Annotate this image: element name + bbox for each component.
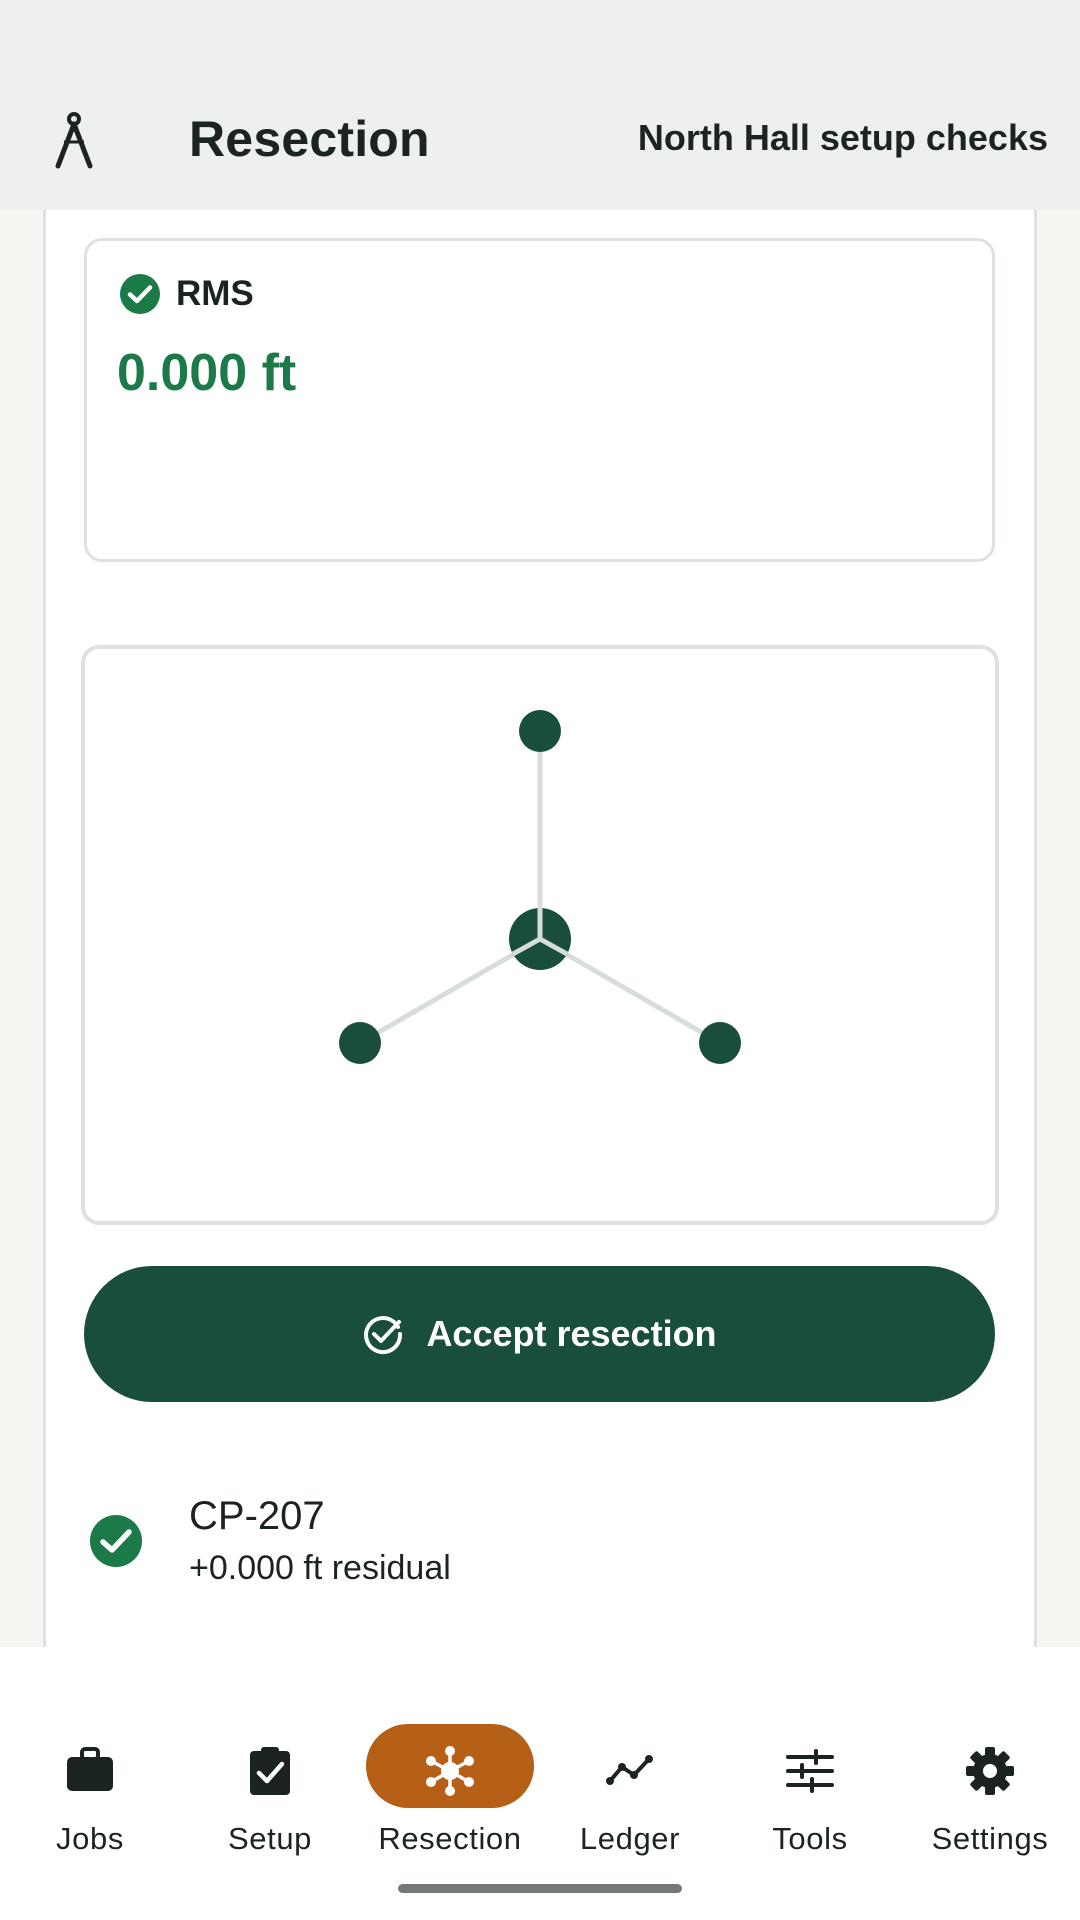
nav-label-setup: Setup [227,1821,312,1856]
accept-resection-button[interactable]: Accept resection [84,1266,995,1402]
page-title: Resection [189,111,430,167]
resection-diagram [81,645,999,1225]
bottom-nav: Jobs Setup Resection Ledger Tools Settin… [0,1647,1080,1920]
trend-line-icon [606,1755,653,1785]
nav-item-setup[interactable]: Setup [180,1687,360,1856]
nav-label-jobs: Jobs [56,1821,124,1856]
control-point-right[interactable] [699,1022,741,1064]
resection-diagram-svg [339,710,741,1064]
nav-label-ledger: Ledger [579,1821,681,1856]
control-point-left[interactable] [339,1022,381,1064]
nav-label-resection: Resection [378,1821,522,1856]
job-subtitle[interactable]: North Hall setup checks [638,115,1048,161]
status-bar [0,0,1080,70]
nav-item-jobs[interactable]: Jobs [0,1687,180,1856]
rms-card: RMS 0.000 ft [84,238,995,562]
sight-line-right [538,936,722,1046]
nav-label-settings: Settings [931,1821,1049,1856]
list-item[interactable]: CP-207 +0.000 ft residual [84,1470,995,1610]
rms-label: RMS [176,274,254,313]
check-circle-icon [120,274,160,314]
accept-resection-label: Accept resection [426,1313,717,1354]
control-point-top[interactable] [519,710,561,752]
rms-value: 0.000 ft [117,344,297,402]
nav-item-tools[interactable]: Tools [720,1687,900,1856]
check-circle-icon [90,1515,142,1567]
nav-item-settings[interactable]: Settings [900,1687,1080,1856]
home-indicator[interactable] [398,1884,682,1893]
clipboard-check-icon [250,1747,290,1795]
point-residual: +0.000 ft residual [189,1549,451,1587]
app-bar: Resection North Hall setup checks [0,70,1080,210]
nav-label-tools: Tools [772,1821,848,1856]
check-circle-outline-icon [364,1316,403,1355]
sliders-icon [786,1749,834,1793]
gear-icon [966,1747,1014,1795]
compass-divider-icon[interactable] [52,110,96,170]
nav-item-ledger[interactable]: Ledger [540,1687,720,1856]
sight-line-left [358,936,542,1046]
point-name: CP-207 [189,1494,325,1538]
briefcase-icon [67,1747,113,1791]
nav-item-resection[interactable]: Resection [360,1687,540,1856]
hub-icon [426,1746,474,1796]
